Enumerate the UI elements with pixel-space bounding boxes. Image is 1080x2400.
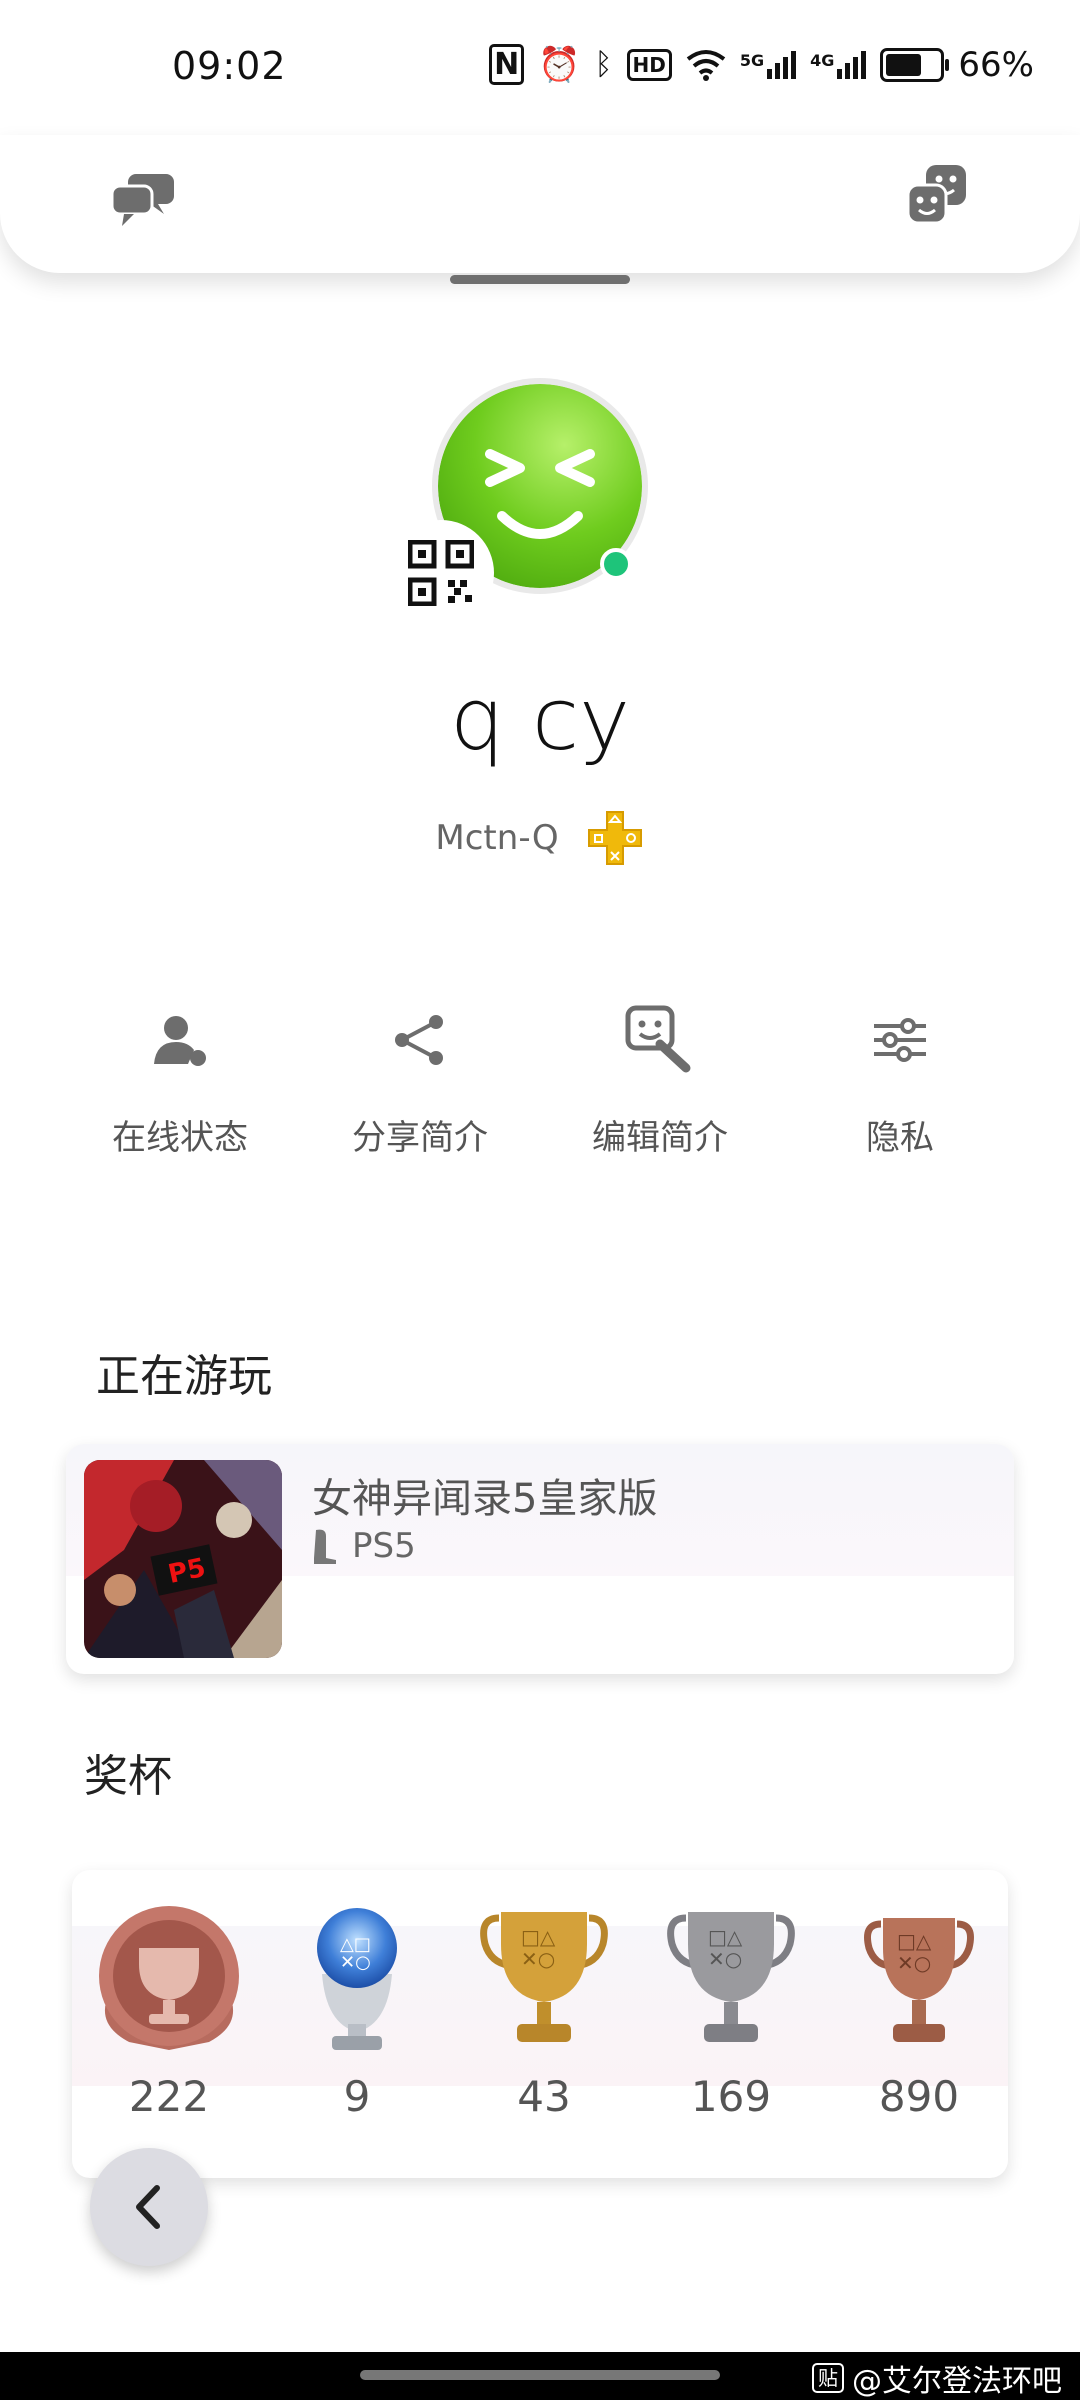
platform-label: PS5: [352, 1526, 416, 1566]
chevron-left-icon: [136, 2185, 160, 2229]
online-status-dot: [600, 548, 632, 580]
trophy-gold-icon: □△ ✕○: [480, 1912, 608, 2042]
status-icons: N ⏰ ᛒ HD 5G 4G 66%: [489, 44, 1034, 85]
trophy-platinum-icon: △□ ✕○: [317, 1908, 397, 2050]
drag-handle[interactable]: [450, 275, 630, 284]
qr-code-button[interactable]: [388, 520, 494, 626]
now-playing-card[interactable]: P5 女神异闻录5皇家版 PS5: [66, 1444, 1014, 1674]
game-cover-art: P5: [84, 1460, 282, 1658]
privacy-action[interactable]: 隐私: [780, 1000, 1020, 1159]
trophy-bronze: □△ ✕○ 890: [834, 1904, 1004, 2121]
chat-bubbles-icon: [110, 174, 174, 226]
messages-button[interactable]: [98, 155, 188, 245]
signal-5g: 5G: [740, 50, 797, 79]
battery-percent: 66%: [958, 44, 1034, 85]
share-icon: [395, 1015, 443, 1065]
game-title: 女神异闻录5皇家版: [312, 1476, 658, 1522]
trophy-count: 9: [343, 2072, 371, 2121]
action-label: 隐私: [866, 1118, 934, 1158]
watermark: 贴 @艾尔登法环吧: [812, 2356, 1062, 2400]
person-status-icon: [154, 1016, 206, 1066]
trophy-bronze-icon: □△ ✕○: [864, 1918, 974, 2042]
signal-4g: 4G: [810, 50, 867, 79]
trophy-level-icon: [99, 1906, 239, 2050]
friends-faces-icon: [906, 165, 966, 225]
svg-text:□△: □△: [708, 1925, 743, 1949]
online-id: Mctn-Q: [435, 818, 559, 858]
edit-profile-icon: [625, 1005, 691, 1073]
tieba-badge: 贴: [812, 2363, 844, 2393]
trophy-summary-card[interactable]: 222 △□ ✕○ 9 □△ ✕○ 43 □△ ✕○ 169 □△ ✕○ 890: [72, 1870, 1008, 2178]
trophy-count: 169: [690, 2072, 772, 2121]
share-profile-action[interactable]: 分享简介: [300, 1000, 540, 1159]
online-status-action[interactable]: 在线状态: [60, 1000, 300, 1159]
alarm-icon: ⏰: [538, 44, 581, 85]
trophy-silver: □△ ✕○ 169: [646, 1904, 816, 2121]
profile-actions: 在线状态 分享简介 编辑简介 隐私: [60, 1000, 1020, 1159]
hd-badge: HD: [626, 48, 672, 81]
sliders-icon: [874, 1018, 926, 1062]
trophies-title: 奖杯: [84, 1751, 172, 1802]
nfc-icon: N: [489, 44, 525, 85]
trophy-level: 222: [84, 1904, 254, 2121]
trophy-gold: □△ ✕○ 43: [459, 1904, 629, 2121]
game-platform: PS5: [312, 1526, 416, 1566]
trophy-count: 43: [517, 2072, 571, 2121]
svg-text:✕○: ✕○: [897, 1951, 931, 1975]
ps-plus-icon: [587, 811, 642, 865]
ps5-console-icon: [314, 1529, 336, 1564]
watermark-text: @艾尔登法环吧: [852, 2364, 1062, 2399]
svg-text:✕○: ✕○: [521, 1947, 555, 1971]
svg-text:□△: □△: [897, 1929, 932, 1953]
status-bar: 09:02 N ⏰ ᛒ HD 5G 4G 66%: [0, 0, 1080, 135]
action-label: 分享简介: [352, 1118, 488, 1158]
svg-text:□△: □△: [521, 1925, 556, 1949]
top-header: [0, 135, 1080, 273]
svg-text:✕○: ✕○: [340, 1952, 371, 1973]
qr-code-icon: [408, 540, 474, 606]
online-id-row: Mctn-Q: [0, 808, 1080, 868]
home-gesture-bar[interactable]: [360, 2370, 720, 2380]
battery-icon: [880, 47, 950, 82]
trophy-count: 222: [128, 2072, 210, 2121]
bluetooth-icon: ᛒ: [594, 47, 613, 82]
svg-text:✕○: ✕○: [708, 1947, 742, 1971]
action-label: 编辑简介: [592, 1118, 728, 1158]
friends-button[interactable]: [892, 151, 982, 241]
profile-name: q cy: [449, 670, 631, 770]
edit-profile-action[interactable]: 编辑简介: [540, 1000, 780, 1159]
action-label: 在线状态: [112, 1118, 248, 1158]
wifi-icon: [686, 49, 726, 81]
now-playing-title: 正在游玩: [96, 1351, 272, 1402]
system-nav-bar: 贴 @艾尔登法环吧: [0, 2352, 1080, 2400]
game-cover: P5: [84, 1460, 282, 1658]
trophy-platinum: △□ ✕○ 9: [272, 1904, 442, 2121]
trophy-silver-icon: □△ ✕○: [667, 1912, 795, 2042]
back-button[interactable]: [90, 2148, 208, 2266]
trophy-count: 890: [878, 2072, 960, 2121]
status-time: 09:02: [172, 44, 287, 88]
